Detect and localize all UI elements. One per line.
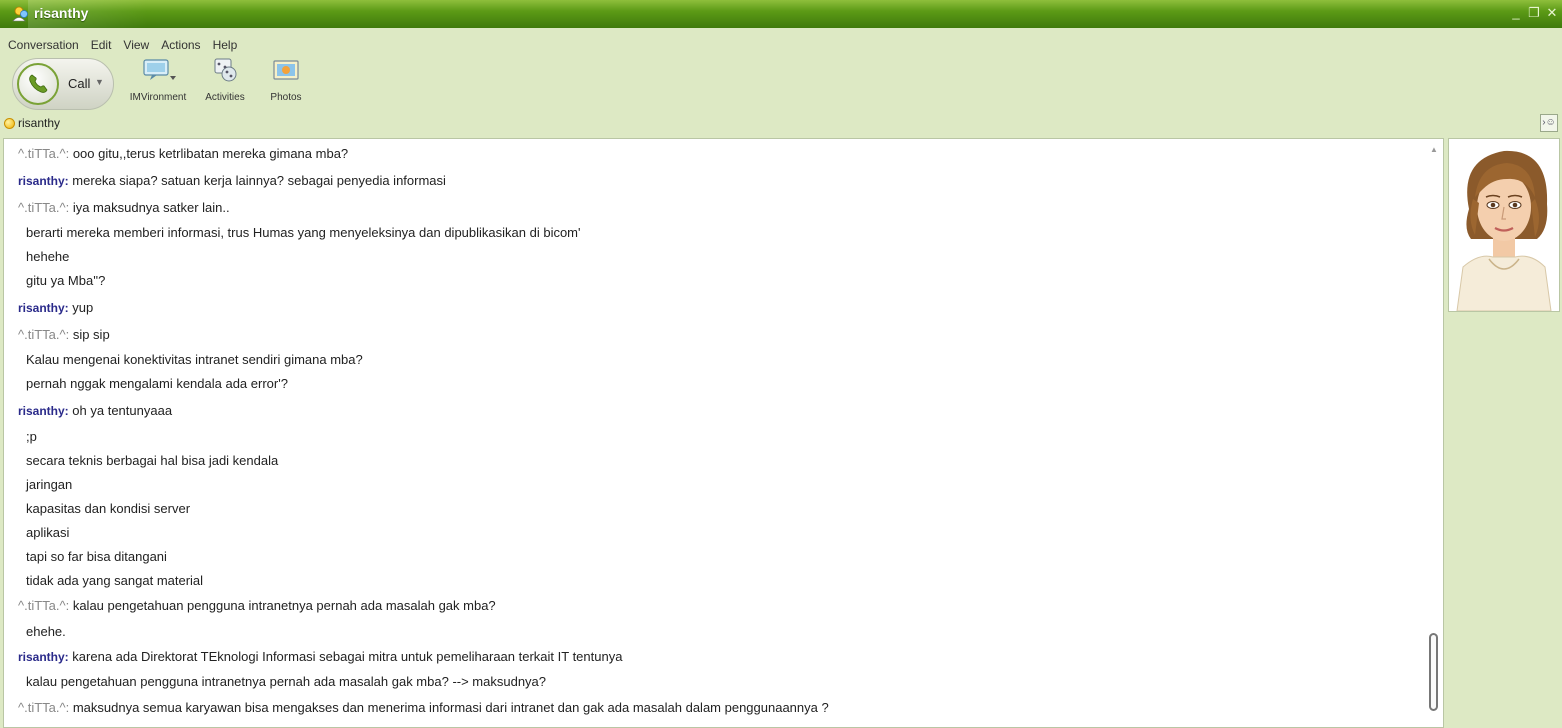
message-text: yup bbox=[68, 300, 94, 315]
conversation-panel: ^.tiTTa.^: ooo gitu,,terus ketrlibatan m… bbox=[3, 138, 1444, 728]
scroll-thumb[interactable] bbox=[1429, 633, 1438, 711]
message-line: ^.tiTTa.^: iya maksudnya satker lain.. bbox=[18, 200, 230, 215]
message-line: secara teknis berbagai hal bisa jadi ken… bbox=[26, 453, 278, 468]
menu-edit[interactable]: Edit bbox=[85, 35, 118, 55]
chevron-down-icon[interactable]: ▼ bbox=[95, 77, 104, 87]
message-line: pernah nggak mengalami kendala ada error… bbox=[26, 376, 288, 391]
message-sender: risanthy: bbox=[18, 301, 69, 315]
contact-status-row: risanthy ›☺ bbox=[0, 112, 1562, 136]
expand-sidebar-icon[interactable]: ›☺ bbox=[1540, 114, 1558, 132]
message-sender: risanthy: bbox=[18, 174, 69, 188]
woman-avatar-icon bbox=[1449, 139, 1559, 312]
message-text: mereka siapa? satuan kerja lainnya? seba… bbox=[68, 173, 446, 188]
menu-help[interactable]: Help bbox=[207, 35, 244, 55]
activities-label: Activities bbox=[205, 92, 245, 103]
message-text: ooo gitu,,terus ketrlibatan mereka giman… bbox=[69, 146, 349, 161]
message-line: ^.tiTTa.^: kalau pengetahuan pengguna in… bbox=[18, 598, 496, 613]
message-line: hehehe bbox=[26, 249, 69, 264]
message-sender: ^.tiTTa.^: bbox=[18, 200, 70, 215]
message-text: aplikasi bbox=[26, 525, 70, 540]
message-text: ehehe. bbox=[26, 624, 66, 639]
conversation-scrollbar[interactable]: ▲ bbox=[1427, 139, 1441, 727]
message-text: Kalau mengenai konektivitas intranet sen… bbox=[26, 352, 363, 367]
toolbar: Call ▼ IMVironment Activities Photos bbox=[0, 56, 1562, 112]
status-idle-icon bbox=[4, 118, 15, 129]
message-line: Kalau mengenai konektivitas intranet sen… bbox=[26, 352, 363, 367]
message-text: pernah nggak mengalami kendala ada error… bbox=[26, 376, 288, 391]
photos-label: Photos bbox=[270, 92, 302, 103]
message-line: jaringan bbox=[26, 477, 72, 492]
message-line: berarti mereka memberi informasi, trus H… bbox=[26, 225, 581, 240]
message-text: tapi so far bisa ditangani bbox=[26, 549, 167, 564]
message-line: risanthy: karena ada Direktorat TEknolog… bbox=[18, 649, 622, 664]
close-icon[interactable]: ✕ bbox=[1544, 4, 1560, 22]
message-line: ;p bbox=[26, 429, 37, 444]
message-text: ;p bbox=[26, 429, 37, 444]
imvironment-label: IMVironment bbox=[129, 92, 187, 103]
minimize-icon[interactable]: _ bbox=[1508, 4, 1524, 22]
message-text: iya maksudnya satker lain.. bbox=[69, 200, 230, 215]
message-text: kapasitas dan kondisi server bbox=[26, 501, 191, 516]
message-sender: ^.tiTTa.^: bbox=[18, 327, 70, 342]
message-text: hehehe bbox=[26, 249, 70, 264]
call-label: Call bbox=[68, 76, 91, 91]
message-text: kalau pengetahuan pengguna intranetnya p… bbox=[69, 598, 496, 613]
message-sender: ^.tiTTa.^: bbox=[18, 700, 70, 715]
message-sender: ^.tiTTa.^: bbox=[18, 598, 70, 613]
display-image-panel bbox=[1446, 138, 1560, 728]
message-sender: risanthy: bbox=[18, 404, 69, 418]
message-line: gitu ya Mba''? bbox=[26, 273, 105, 288]
message-line: tapi so far bisa ditangani bbox=[26, 549, 167, 564]
message-line: tidak ada yang sangat material bbox=[26, 573, 203, 588]
menu-bar: Conversation Edit View Actions Help bbox=[0, 35, 243, 55]
message-line: ^.tiTTa.^: ooo gitu,,terus ketrlibatan m… bbox=[18, 146, 348, 161]
imvironment-button[interactable]: IMVironment bbox=[128, 56, 188, 103]
message-line: kapasitas dan kondisi server bbox=[26, 501, 190, 516]
title-bar: risanthy _ ❐ ✕ bbox=[0, 0, 1562, 28]
message-line: risanthy: yup bbox=[18, 300, 93, 315]
message-text: tidak ada yang sangat material bbox=[26, 573, 204, 588]
menu-actions[interactable]: Actions bbox=[155, 35, 206, 55]
restore-icon[interactable]: ❐ bbox=[1526, 4, 1542, 22]
message-text: sip sip bbox=[69, 327, 110, 342]
message-text: jaringan bbox=[26, 477, 73, 492]
message-text: karena ada Direktorat TEknologi Informas… bbox=[68, 649, 623, 664]
scroll-up-icon[interactable]: ▲ bbox=[1430, 145, 1438, 154]
avatar[interactable] bbox=[1448, 138, 1560, 312]
message-line: ehehe. bbox=[26, 624, 66, 639]
activities-button[interactable]: Activities bbox=[200, 56, 250, 103]
menu-conversation[interactable]: Conversation bbox=[0, 35, 85, 55]
message-text: secara teknis berbagai hal bisa jadi ken… bbox=[26, 453, 279, 468]
menu-view[interactable]: View bbox=[117, 35, 155, 55]
message-sender: ^.tiTTa.^: bbox=[18, 146, 70, 161]
activities-icon bbox=[214, 58, 237, 82]
call-button[interactable]: Call ▼ bbox=[12, 58, 114, 110]
window-title: risanthy bbox=[34, 5, 89, 21]
message-line: risanthy: oh ya tentunyaaa bbox=[18, 403, 172, 418]
message-line: ^.tiTTa.^: maksudnya semua karyawan bisa… bbox=[18, 700, 829, 715]
message-text: gitu ya Mba''? bbox=[26, 273, 106, 288]
photos-button[interactable]: Photos bbox=[262, 56, 310, 103]
message-text: oh ya tentunyaaa bbox=[68, 403, 173, 418]
message-sender: risanthy: bbox=[18, 650, 69, 664]
phone-icon bbox=[17, 63, 59, 105]
message-text: maksudnya semua karyawan bisa mengakses … bbox=[69, 700, 829, 715]
message-line: ^.tiTTa.^: sip sip bbox=[18, 327, 110, 342]
message-line: risanthy: mereka siapa? satuan kerja lai… bbox=[18, 173, 446, 188]
contact-name[interactable]: risanthy bbox=[18, 116, 60, 130]
photos-icon bbox=[273, 60, 299, 80]
messenger-icon bbox=[12, 6, 28, 22]
message-text: kalau pengetahuan pengguna intranetnya p… bbox=[26, 674, 547, 689]
imvironment-icon bbox=[143, 59, 176, 80]
message-line: kalau pengetahuan pengguna intranetnya p… bbox=[26, 674, 546, 689]
message-line: aplikasi bbox=[26, 525, 69, 540]
message-text: berarti mereka memberi informasi, trus H… bbox=[26, 225, 581, 240]
